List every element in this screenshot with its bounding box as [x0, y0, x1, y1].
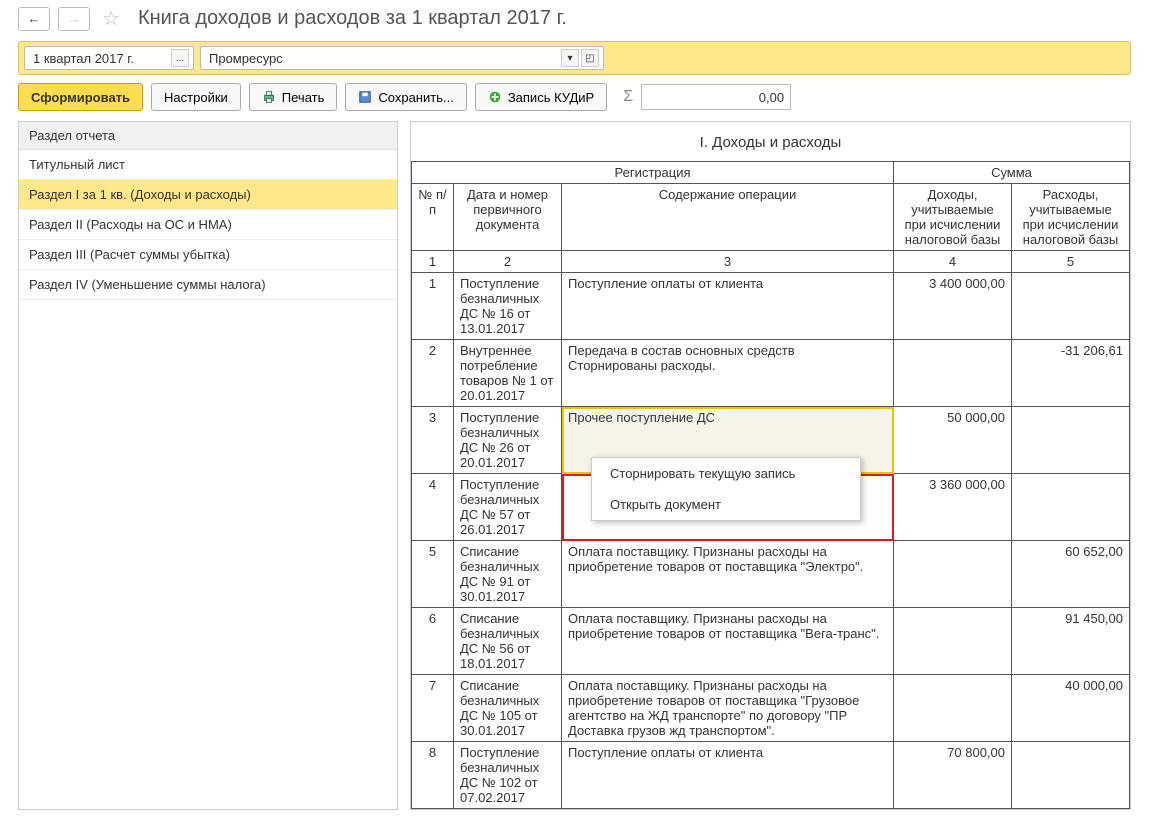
column-number: 5 — [1012, 251, 1130, 273]
cell-operation: Оплата поставщику. Признаны расходы на п… — [562, 675, 894, 742]
column-number: 4 — [894, 251, 1012, 273]
context-menu: Сторнировать текущую записьОткрыть докум… — [591, 457, 861, 521]
cell-income: 50 000,00 — [894, 407, 1012, 474]
parameters-bar: 1 квартал 2017 г. ... Промресурс ▾ ◰ — [18, 41, 1131, 75]
cell-income: 3 400 000,00 — [894, 273, 1012, 340]
organization-value: Промресурс — [205, 51, 559, 66]
column-number: 3 — [562, 251, 894, 273]
cell-number: 2 — [412, 340, 454, 407]
cell-income: 70 800,00 — [894, 742, 1012, 809]
table-row[interactable]: 5Списание безналичных ДС № 91 от 30.01.2… — [412, 541, 1130, 608]
report-pane: I. Доходы и расходы Регистрация Сумма № … — [410, 121, 1131, 810]
col-operation: Содержание операции — [562, 184, 894, 251]
cell-income — [894, 675, 1012, 742]
cell-document: Поступление безналичных ДС № 16 от 13.01… — [454, 273, 562, 340]
table-row[interactable]: 6Списание безналичных ДС № 56 от 18.01.2… — [412, 608, 1130, 675]
period-select-button[interactable]: ... — [171, 49, 189, 67]
column-number: 2 — [454, 251, 562, 273]
cell-number: 7 — [412, 675, 454, 742]
sections-sidebar: Раздел отчета Титульный листРаздел I за … — [18, 121, 398, 810]
cell-operation: Поступление оплаты от клиента — [562, 742, 894, 809]
cell-expense: -31 206,61 — [1012, 340, 1130, 407]
page-title: Книга доходов и расходов за 1 квартал 20… — [138, 7, 567, 30]
report-title: I. Доходы и расходы — [411, 130, 1130, 161]
cell-income — [894, 340, 1012, 407]
sidebar-item[interactable]: Раздел IV (Уменьшение суммы налога) — [19, 270, 397, 300]
cell-document: Списание безналичных ДС № 56 от 18.01.20… — [454, 608, 562, 675]
generate-button[interactable]: Сформировать — [18, 83, 143, 111]
header-registration: Регистрация — [412, 162, 894, 184]
cell-income — [894, 541, 1012, 608]
cell-operation: Оплата поставщику. Признаны расходы на п… — [562, 541, 894, 608]
cell-income — [894, 608, 1012, 675]
table-row[interactable]: 1Поступление безналичных ДС № 16 от 13.0… — [412, 273, 1130, 340]
cell-expense — [1012, 742, 1130, 809]
cell-expense: 60 652,00 — [1012, 541, 1130, 608]
forward-button[interactable]: → — [58, 7, 90, 31]
print-button[interactable]: Печать — [249, 83, 338, 111]
cell-number: 1 — [412, 273, 454, 340]
arrow-left-icon: ← — [28, 11, 41, 26]
sigma-icon: Σ — [623, 88, 633, 106]
cell-operation: Передача в состав основных средств Сторн… — [562, 340, 894, 407]
sum-field[interactable]: 0,00 — [641, 84, 791, 110]
table-row[interactable]: 8Поступление безналичных ДС № 102 от 07.… — [412, 742, 1130, 809]
context-menu-item[interactable]: Сторнировать текущую запись — [592, 458, 860, 489]
col-number: № п/п — [412, 184, 454, 251]
sidebar-item[interactable]: Раздел II (Расходы на ОС и НМА) — [19, 210, 397, 240]
cell-document: Поступление безналичных ДС № 26 от 20.01… — [454, 407, 562, 474]
cell-document: Поступление безналичных ДС № 57 от 26.01… — [454, 474, 562, 541]
cell-income: 3 360 000,00 — [894, 474, 1012, 541]
printer-icon — [262, 90, 276, 104]
back-button[interactable]: ← — [18, 7, 50, 31]
table-row[interactable]: 7Списание безналичных ДС № 105 от 30.01.… — [412, 675, 1130, 742]
cell-expense: 91 450,00 — [1012, 608, 1130, 675]
diskette-icon — [358, 90, 372, 104]
sidebar-item[interactable]: Раздел I за 1 кв. (Доходы и расходы) — [19, 180, 397, 210]
cell-expense: 40 000,00 — [1012, 675, 1130, 742]
period-field[interactable]: 1 квартал 2017 г. ... — [24, 46, 194, 70]
column-number: 1 — [412, 251, 454, 273]
cell-number: 5 — [412, 541, 454, 608]
context-menu-item[interactable]: Открыть документ — [592, 489, 860, 520]
header-sum: Сумма — [894, 162, 1130, 184]
cell-operation: Оплата поставщику. Признаны расходы на п… — [562, 608, 894, 675]
kudir-entry-button[interactable]: Запись КУДиР — [475, 83, 607, 111]
col-income: Доходы, учитываемые при исчислении налог… — [894, 184, 1012, 251]
sidebar-item[interactable]: Раздел III (Расчет суммы убытка) — [19, 240, 397, 270]
organization-dropdown-button[interactable]: ▾ — [561, 49, 579, 67]
period-value: 1 квартал 2017 г. — [29, 51, 169, 66]
sidebar-item[interactable]: Титульный лист — [19, 150, 397, 180]
cell-expense — [1012, 407, 1130, 474]
cell-number: 4 — [412, 474, 454, 541]
plus-icon — [488, 90, 502, 104]
cell-expense — [1012, 474, 1130, 541]
organization-open-button[interactable]: ◰ — [581, 49, 599, 67]
cell-document: Внутреннее потребление товаров № 1 от 20… — [454, 340, 562, 407]
cell-document: Поступление безналичных ДС № 102 от 07.0… — [454, 742, 562, 809]
organization-field[interactable]: Промресурс ▾ ◰ — [200, 46, 604, 70]
save-button[interactable]: Сохранить... — [345, 83, 466, 111]
col-expense: Расходы, учитываемые при исчислении нало… — [1012, 184, 1130, 251]
cell-expense — [1012, 273, 1130, 340]
settings-button[interactable]: Настройки — [151, 83, 241, 111]
cell-number: 6 — [412, 608, 454, 675]
favorite-icon[interactable]: ☆ — [102, 6, 120, 31]
cell-operation: Поступление оплаты от клиента — [562, 273, 894, 340]
cell-number: 3 — [412, 407, 454, 474]
col-document: Дата и номер первичного документа — [454, 184, 562, 251]
toolbar: Сформировать Настройки Печать Сохранить.… — [0, 83, 1149, 121]
cell-document: Списание безналичных ДС № 91 от 30.01.20… — [454, 541, 562, 608]
cell-number: 8 — [412, 742, 454, 809]
cell-document: Списание безналичных ДС № 105 от 30.01.2… — [454, 675, 562, 742]
table-row[interactable]: 2Внутреннее потребление товаров № 1 от 2… — [412, 340, 1130, 407]
sidebar-header: Раздел отчета — [19, 122, 397, 150]
arrow-right-icon: → — [68, 11, 81, 26]
